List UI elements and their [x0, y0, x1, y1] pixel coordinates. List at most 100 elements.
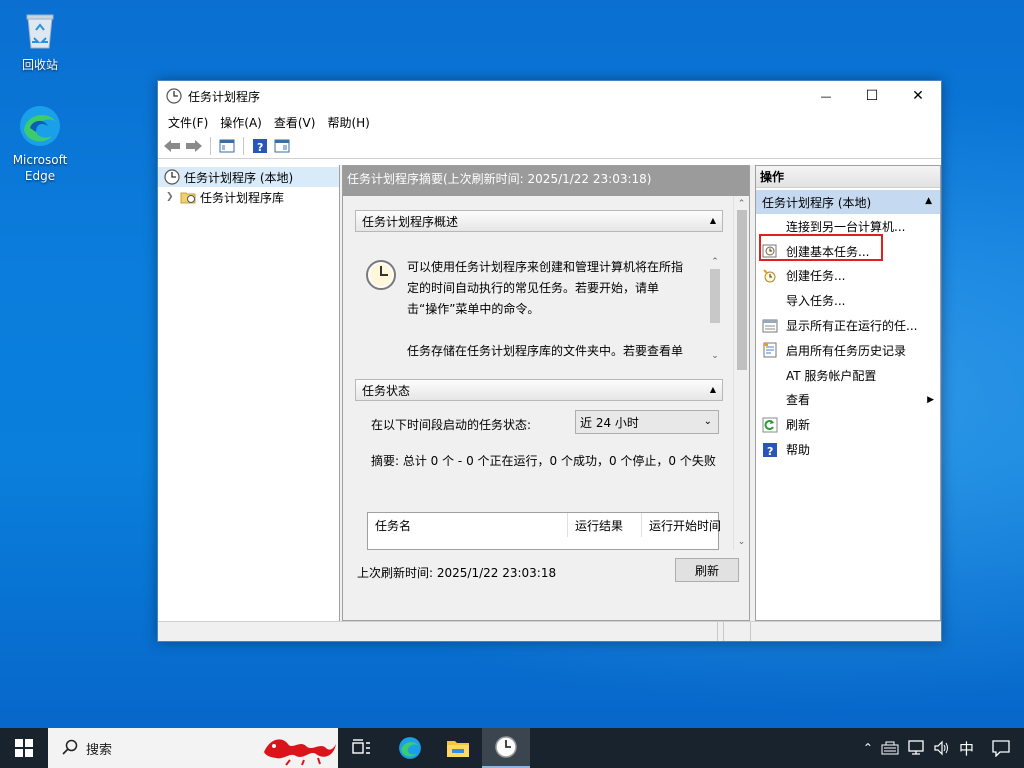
action-label: 创建任务... — [786, 267, 845, 284]
actions-header: 操作 — [756, 166, 940, 188]
collapse-icon[interactable]: ▲ — [710, 216, 716, 225]
folder-clock-icon — [180, 189, 196, 205]
action-create-task[interactable]: 创建任务... — [756, 264, 940, 289]
task-view-icon — [352, 739, 372, 757]
menu-help[interactable]: 帮助(H) — [321, 114, 375, 131]
show-hide-console-tree-button[interactable] — [217, 136, 237, 156]
status-bar — [158, 621, 941, 641]
action-display-running-tasks[interactable]: 显示所有正在运行的任... — [756, 313, 940, 338]
overview-content: 可以使用任务计划程序来创建和管理计算机将在所指定的时间自动执行的常见任务。若要开… — [355, 255, 723, 363]
overview-paragraph-2: 任务存储在任务计划程序库的文件夹中。若要查看单独任务上的操作或执行该操作，请在任… — [407, 341, 689, 363]
tree-item-task-scheduler-local[interactable]: 任务计划程序 (本地) — [158, 167, 339, 187]
overview-section-header[interactable]: 任务计划程序概述 ▲ — [355, 210, 723, 232]
tray-network-button[interactable] — [903, 728, 929, 768]
clock-icon — [494, 735, 518, 759]
action-at-service-account-config[interactable]: AT 服务帐户配置 — [756, 363, 940, 388]
column-run-result[interactable]: 运行结果 — [568, 513, 642, 537]
desktop-icon-edge[interactable]: Microsoft Edge — [2, 104, 78, 184]
maximize-button[interactable]: ☐ — [849, 81, 895, 111]
show-hide-action-pane-button[interactable] — [272, 136, 292, 156]
maximize-icon: ☐ — [866, 88, 879, 104]
main-content: 任务计划程序 (本地) ❯ 任务计划程序库 任务计划程序摘要(上次刷新时间: 2… — [158, 165, 941, 621]
task-view-button[interactable] — [338, 728, 386, 768]
network-icon — [907, 740, 925, 756]
clock-large-icon — [365, 259, 397, 294]
summary-body: 任务计划程序概述 ▲ 可以使用任务计划程序来创建和管理计算机将在所指定的时间自动… — [343, 196, 733, 550]
scroll-thumb[interactable] — [710, 269, 720, 323]
recycle-bin-icon — [18, 8, 62, 52]
desktop-icon-label: Microsoft Edge — [10, 152, 70, 184]
keyboard-icon — [881, 741, 899, 755]
ime-indicator: 中 — [959, 738, 974, 759]
status-content: 在以下时间段启动的任务状态: 近 24 小时 ⌄ 摘要: 总计 0 个 - 0 … — [355, 402, 723, 550]
tray-volume-button[interactable] — [929, 728, 955, 768]
forward-button[interactable] — [184, 136, 204, 156]
tree-item-task-scheduler-library[interactable]: ❯ 任务计划程序库 — [158, 187, 339, 207]
collapse-icon[interactable]: ▲ — [710, 385, 716, 394]
period-select[interactable]: 近 24 小时 ⌄ — [575, 410, 719, 434]
help-toolbar-button[interactable]: ? — [250, 136, 270, 156]
menu-view[interactable]: 查看(V) — [268, 114, 322, 131]
refresh-button[interactable]: 刷新 — [675, 558, 739, 582]
status-section-header[interactable]: 任务状态 ▲ — [355, 379, 723, 401]
action-view[interactable]: 查看 ▶ — [756, 388, 940, 413]
menu-file[interactable]: 文件(F) — [162, 114, 214, 131]
scroll-down-icon[interactable]: ⌄ — [707, 349, 723, 363]
action-center-button[interactable] — [978, 728, 1024, 768]
scroll-up-icon[interactable]: ⌃ — [707, 255, 723, 269]
tray-keyboard-button[interactable] — [877, 728, 903, 768]
title-bar[interactable]: 任务计划程序 — ☐ ✕ — [158, 81, 941, 111]
action-import-task[interactable]: 导入任务... — [756, 288, 940, 313]
desktop-icon-recycle-bin[interactable]: 回收站 — [2, 8, 78, 73]
actions-group-header[interactable]: 任务计划程序 (本地) ▲ — [756, 190, 940, 214]
overview-paragraph: 可以使用任务计划程序来创建和管理计算机将在所指定的时间自动执行的常见任务。若要开… — [407, 257, 689, 320]
window-title: 任务计划程序 — [188, 88, 260, 105]
taskbar-app-task-scheduler[interactable] — [482, 728, 530, 768]
task-status-table: 任务名 运行结果 运行开始时间 — [367, 512, 719, 550]
chevron-up-icon: ⌃ — [863, 741, 873, 755]
status-title: 任务状态 — [362, 382, 410, 399]
column-run-start-time[interactable]: 运行开始时间 — [642, 513, 720, 537]
help-icon: ? — [252, 138, 268, 154]
folder-icon — [446, 738, 470, 758]
submenu-arrow-icon: ▶ — [927, 395, 934, 405]
taskbar-app-file-explorer[interactable] — [434, 728, 482, 768]
tray-ime-button[interactable]: 中 — [955, 728, 978, 768]
scroll-thumb[interactable] — [737, 210, 747, 370]
chevron-right-icon[interactable]: ❯ — [166, 192, 180, 202]
actions-group-title: 任务计划程序 (本地) — [762, 194, 871, 211]
running-tasks-icon — [762, 318, 778, 334]
scroll-down-icon[interactable]: ⌄ — [734, 534, 749, 550]
overview-scrollbar[interactable]: ⌃ ⌄ — [707, 255, 723, 363]
action-refresh[interactable]: 刷新 — [756, 412, 940, 437]
back-arrow-icon — [163, 139, 181, 153]
task-scheduler-window: 任务计划程序 — ☐ ✕ 文件(F) 操作(A) 查看(V) 帮助(H) ? — [157, 80, 942, 642]
close-button[interactable]: ✕ — [895, 81, 941, 111]
summary-footer: 上次刷新时间: 2025/1/22 23:03:18 刷新 — [343, 550, 749, 620]
console-tree: 任务计划程序 (本地) ❯ 任务计划程序库 — [158, 165, 340, 621]
dragon-search-highlight-icon — [260, 730, 338, 768]
status-bar-cell — [724, 622, 751, 641]
collapse-icon[interactable]: ▲ — [925, 196, 932, 206]
annotation-highlight-box — [759, 234, 883, 261]
toolbar-separator — [210, 137, 211, 155]
column-task-name[interactable]: 任务名 — [368, 513, 568, 537]
overview-title: 任务计划程序概述 — [362, 213, 458, 230]
clock-icon — [166, 88, 182, 104]
action-enable-all-tasks-history[interactable]: 启用所有任务历史记录 — [756, 338, 940, 363]
action-label: 查看 — [786, 391, 810, 408]
start-button[interactable] — [0, 728, 48, 768]
taskbar-app-edge[interactable] — [386, 728, 434, 768]
back-button[interactable] — [162, 136, 182, 156]
summary-scrollbar[interactable]: ⌃ ⌄ — [733, 196, 749, 550]
minimize-button[interactable]: — — [803, 81, 849, 111]
taskbar-search-box[interactable]: 搜索 — [48, 728, 338, 768]
edge-icon — [18, 104, 62, 148]
menu-action[interactable]: 操作(A) — [214, 114, 268, 131]
search-icon — [62, 739, 78, 758]
show-hidden-icons-button[interactable]: ⌃ — [859, 728, 877, 768]
action-label: 显示所有正在运行的任... — [786, 317, 917, 334]
menu-bar: 文件(F) 操作(A) 查看(V) 帮助(H) — [158, 111, 941, 133]
create-task-icon — [762, 268, 778, 284]
action-help[interactable]: ? 帮助 — [756, 437, 940, 462]
